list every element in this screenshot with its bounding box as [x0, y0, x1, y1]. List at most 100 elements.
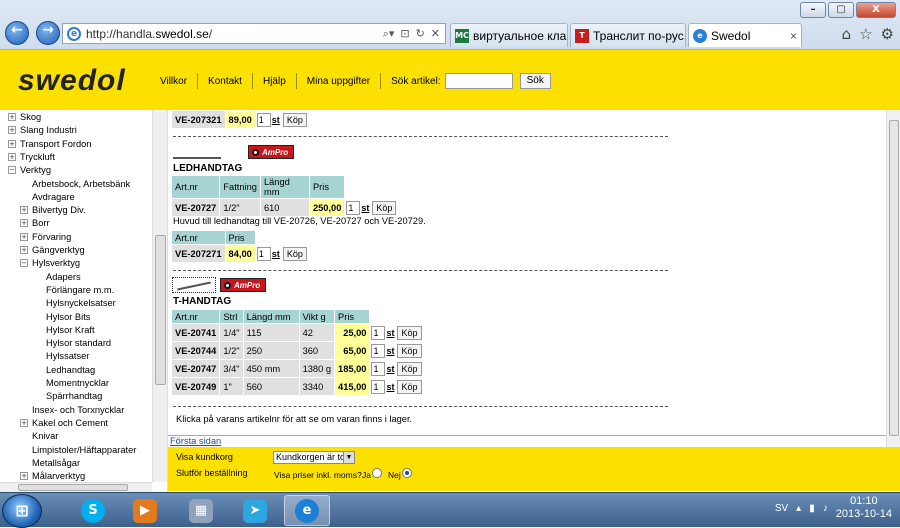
address-url[interactable]: http://handla.swedol.se/: [86, 27, 383, 41]
taskbar-skype[interactable]: S: [70, 495, 116, 526]
sidebar-item[interactable]: Förvaring: [32, 232, 71, 242]
minimize-button[interactable]: –: [800, 2, 826, 18]
search-button[interactable]: Sök: [519, 73, 551, 89]
sidebar-item[interactable]: Bilvertyg Div.: [32, 205, 86, 215]
content-vertical-scrollbar[interactable]: [886, 110, 900, 447]
language-indicator[interactable]: SV: [775, 503, 788, 514]
sidebar-item[interactable]: Skog: [20, 112, 41, 122]
article-number[interactable]: VE-20741: [172, 324, 220, 341]
sidebar-item[interactable]: Adapers: [46, 272, 81, 282]
tab-translit[interactable]: T Транслит по-рус...: [570, 23, 686, 47]
expand-icon[interactable]: +: [8, 152, 16, 161]
buy-button[interactable]: Köp: [282, 246, 307, 261]
tab-virtual-keyboard[interactable]: МС виртуальное кла...: [450, 23, 568, 47]
article-number[interactable]: VE-207321: [172, 111, 225, 128]
maximize-button[interactable]: ▢: [828, 2, 854, 18]
article-number[interactable]: VE-207271: [172, 245, 225, 262]
article-number[interactable]: VE-20747: [172, 360, 220, 377]
search-dropdown-icon[interactable]: ⌕▾: [383, 27, 395, 41]
sidebar-item[interactable]: Verktyg: [20, 165, 51, 175]
quantity-input[interactable]: [256, 246, 271, 261]
sidebar-horizontal-scrollbar[interactable]: [0, 482, 152, 492]
compat-icon[interactable]: ⊡: [400, 27, 409, 41]
quantity-input[interactable]: [371, 325, 386, 340]
expand-icon[interactable]: +: [20, 418, 28, 427]
checkout-label[interactable]: Slutför beställning: [176, 468, 248, 478]
expand-icon[interactable]: +: [20, 246, 28, 254]
stop-icon[interactable]: ✕: [431, 27, 440, 41]
article-number[interactable]: VE-20727: [172, 199, 220, 216]
article-number[interactable]: VE-20744: [172, 342, 220, 359]
sidebar-item[interactable]: Tryckluft: [20, 152, 55, 162]
sidebar-item[interactable]: Transport Fordon: [20, 139, 91, 149]
menu-kontakt[interactable]: Kontakt: [208, 76, 242, 87]
sidebar-item[interactable]: Spärrhandtag: [46, 391, 102, 401]
quantity-input[interactable]: [371, 343, 386, 358]
sidebar-item[interactable]: Slang Industri: [20, 125, 77, 135]
sidebar-item[interactable]: Kakel och Cement: [32, 418, 108, 428]
tray-expand-icon[interactable]: ▴: [796, 503, 801, 514]
sidebar-item[interactable]: Arbetsbock, Arbetsbänk: [32, 179, 130, 189]
buy-button[interactable]: Köp: [397, 379, 422, 394]
forward-button[interactable]: →: [36, 21, 60, 45]
refresh-icon[interactable]: ↻: [416, 27, 425, 41]
address-bar[interactable]: e http://handla.swedol.se/ ⌕▾ ⊡ ↻ ✕: [62, 23, 446, 44]
cart-select[interactable]: Kundkorgen är tom ▼: [273, 451, 355, 464]
quantity-input[interactable]: [346, 200, 361, 215]
menu-hjalp[interactable]: Hjälp: [263, 76, 286, 87]
sidebar-item[interactable]: Ledhandtag: [46, 365, 95, 375]
sidebar-item[interactable]: Hylsor standard: [46, 338, 111, 348]
buy-button[interactable]: Köp: [397, 343, 422, 358]
sidebar-item[interactable]: Avdragare: [32, 192, 75, 202]
taskbar-internet-explorer[interactable]: e: [284, 495, 330, 526]
menu-mina-uppgifter[interactable]: Mina uppgifter: [307, 76, 370, 87]
buy-button[interactable]: Köp: [372, 200, 397, 215]
collapse-icon[interactable]: −: [20, 259, 28, 268]
sidebar-item[interactable]: Limpistoler/Häftapparater: [32, 445, 136, 455]
first-page-link[interactable]: Första sidan: [170, 436, 221, 446]
gear-icon[interactable]: ⚙: [881, 25, 894, 43]
taskbar-clock[interactable]: 01:10 2013-10-14: [836, 495, 892, 521]
home-icon[interactable]: ⌂: [842, 25, 852, 43]
volume-icon[interactable]: ♪: [823, 503, 828, 514]
sidebar-vertical-scrollbar[interactable]: [152, 110, 167, 482]
back-button[interactable]: ←: [5, 21, 29, 45]
expand-icon[interactable]: +: [8, 126, 16, 135]
expand-icon[interactable]: +: [20, 232, 28, 241]
favorites-star-icon[interactable]: ☆: [859, 25, 872, 43]
sidebar-item[interactable]: Knivar: [32, 431, 58, 441]
sidebar-item[interactable]: Hylsnyckelsatser: [46, 298, 116, 308]
close-window-button[interactable]: X: [856, 2, 896, 18]
sidebar-item[interactable]: Hylsverktyg: [32, 258, 80, 268]
tab-swedol[interactable]: e Swedol ×: [688, 23, 802, 47]
buy-button[interactable]: Köp: [397, 325, 422, 340]
taskbar-media-player[interactable]: ▶: [122, 495, 168, 526]
sidebar-item[interactable]: Hylsor Kraft: [46, 325, 95, 335]
vat-yes-radio[interactable]: [372, 468, 382, 478]
scrollbar-thumb[interactable]: [889, 120, 899, 436]
sidebar-item[interactable]: Hylssatser: [46, 351, 89, 361]
start-button[interactable]: ⊞: [2, 494, 42, 528]
menu-villkor[interactable]: Villkor: [160, 76, 187, 87]
taskbar-calculator[interactable]: ▦: [178, 495, 224, 526]
quantity-input[interactable]: [256, 112, 271, 127]
sidebar-item[interactable]: Hylsor Bits: [46, 312, 90, 322]
sidebar-item[interactable]: Momentnycklar: [46, 378, 109, 388]
sidebar-item[interactable]: Målarverktyg: [32, 471, 85, 481]
sidebar-item[interactable]: Borr: [32, 218, 50, 228]
sidebar-item[interactable]: Insex- och Torxnycklar: [32, 405, 124, 415]
expand-icon[interactable]: +: [8, 139, 16, 148]
swedol-logo[interactable]: swedol: [18, 64, 126, 98]
expand-icon[interactable]: +: [20, 206, 28, 215]
sidebar-item[interactable]: Gängverktyg: [32, 245, 85, 255]
sidebar-item[interactable]: Metallsågar: [32, 458, 80, 468]
scrollbar-thumb[interactable]: [18, 484, 128, 491]
vat-no-radio[interactable]: [402, 468, 412, 478]
article-number[interactable]: VE-20749: [172, 378, 220, 395]
close-tab-icon[interactable]: ×: [790, 29, 797, 43]
chevron-down-icon[interactable]: ▼: [343, 452, 354, 463]
buy-button[interactable]: Köp: [397, 361, 422, 376]
scrollbar-thumb[interactable]: [155, 235, 166, 385]
quantity-input[interactable]: [371, 361, 386, 376]
taskbar-telegram[interactable]: ➤: [232, 495, 278, 526]
